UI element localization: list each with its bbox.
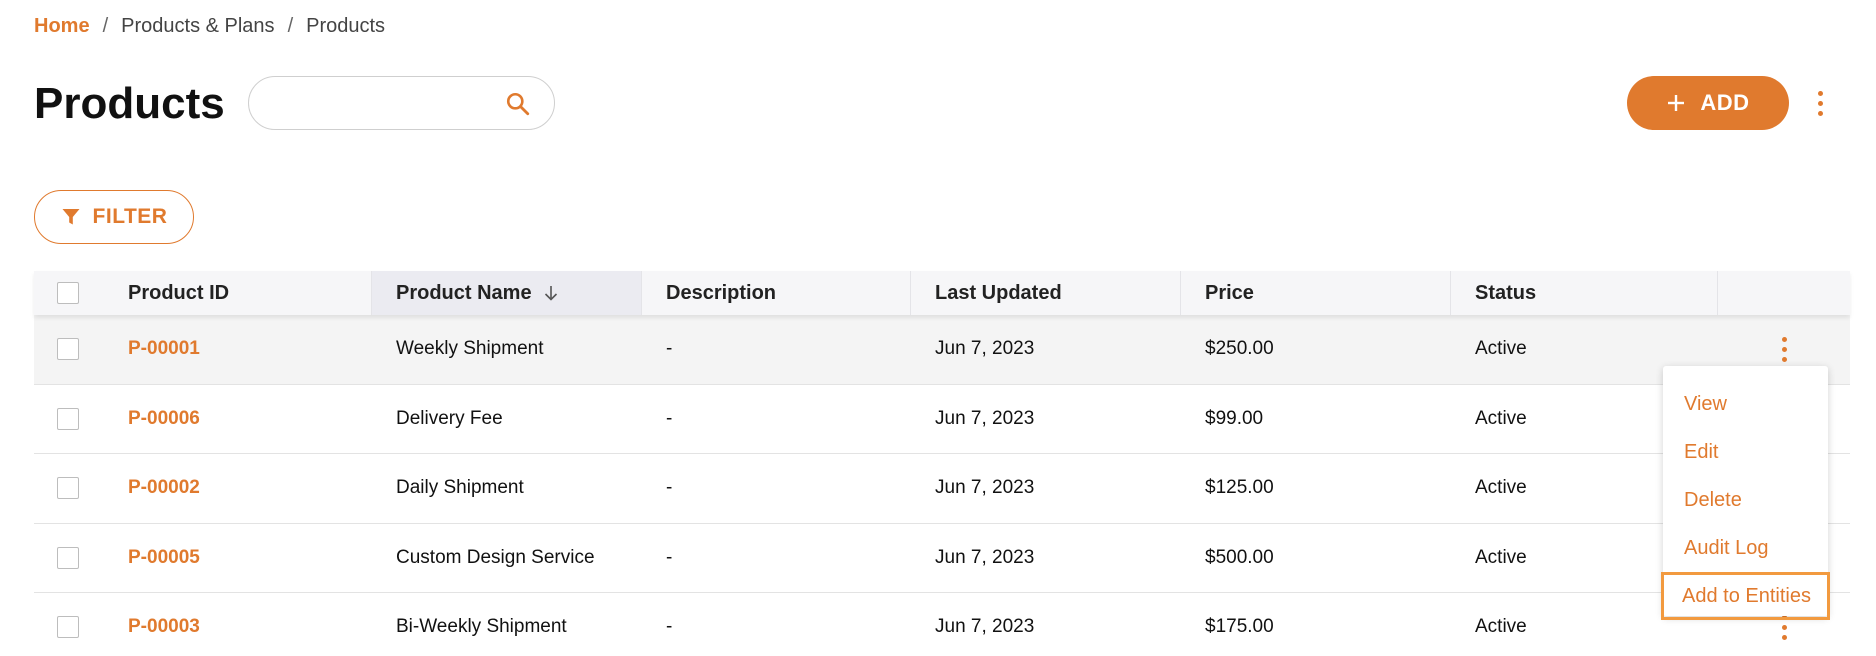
search-input[interactable] (267, 85, 497, 121)
description-cell: - (666, 477, 673, 499)
last-updated-cell: Jun 7, 2023 (935, 407, 1035, 429)
column-header-actions (1718, 271, 1850, 315)
row-more-options-icon[interactable] (1774, 333, 1795, 366)
price-cell: $250.00 (1205, 338, 1274, 360)
column-label: Product ID (128, 281, 230, 304)
dot (1817, 90, 1823, 96)
menu-item-edit[interactable]: Edit (1663, 428, 1828, 476)
search-icon[interactable] (505, 91, 531, 117)
last-updated-cell: Jun 7, 2023 (935, 546, 1035, 568)
product-name-cell: Delivery Fee (396, 407, 503, 429)
dot (1817, 100, 1823, 106)
plus-icon (1668, 95, 1685, 111)
breadcrumb: Home / Products & Plans / Products (34, 14, 385, 38)
table-row[interactable]: P-00001 Weekly Shipment - Jun 7, 2023 $2… (34, 315, 1850, 385)
menu-item-audit-log[interactable]: Audit Log (1663, 524, 1828, 572)
row-checkbox[interactable] (57, 616, 79, 639)
header-select-all (34, 271, 102, 315)
breadcrumb-separator: / (102, 14, 109, 37)
product-name-cell: Custom Design Service (396, 546, 595, 568)
filter-icon (62, 209, 80, 225)
product-id-link[interactable]: P-00005 (128, 547, 200, 569)
row-select-cell (34, 454, 102, 523)
column-label: Status (1475, 281, 1537, 304)
table-row[interactable]: P-00002 Daily Shipment - Jun 7, 2023 $12… (34, 454, 1850, 524)
column-header-price[interactable]: Price (1181, 271, 1451, 315)
dot (1781, 336, 1787, 342)
last-updated-cell: Jun 7, 2023 (935, 616, 1035, 638)
row-checkbox[interactable] (57, 477, 79, 500)
breadcrumb-separator: / (287, 14, 294, 37)
dot (1781, 634, 1787, 640)
row-checkbox[interactable] (57, 546, 79, 569)
column-header-product-name[interactable]: Product Name (372, 271, 642, 315)
price-cell: $500.00 (1205, 546, 1274, 568)
column-header-status[interactable]: Status (1451, 271, 1718, 315)
table-header: Product ID Product Name Description Last… (34, 271, 1850, 315)
price-cell: $125.00 (1205, 477, 1274, 499)
row-select-cell (34, 315, 102, 384)
row-select-cell (34, 385, 102, 454)
product-name-cell: Bi-Weekly Shipment (396, 616, 567, 638)
description-cell: - (666, 407, 673, 429)
filter-button-label: FILTER (92, 205, 168, 228)
select-all-checkbox[interactable] (57, 282, 79, 304)
product-id-link[interactable]: P-00003 (128, 616, 200, 638)
price-cell: $99.00 (1205, 407, 1264, 429)
product-id-cell: P-00002 (102, 454, 372, 523)
column-header-product-id[interactable]: Product ID (102, 271, 372, 315)
breadcrumb-home-link[interactable]: Home (34, 15, 90, 38)
breadcrumb-current: Products (306, 14, 386, 37)
product-id-link[interactable]: P-00002 (128, 477, 200, 499)
dot (1781, 356, 1787, 362)
column-label: Last Updated (935, 281, 1062, 304)
price-cell: $175.00 (1205, 616, 1274, 638)
product-id-cell: P-00003 (102, 593, 372, 656)
table-row[interactable]: P-00003 Bi-Weekly Shipment - Jun 7, 2023… (34, 593, 1850, 656)
table-row[interactable]: P-00006 Delivery Fee - Jun 7, 2023 $99.0… (34, 384, 1850, 454)
product-id-link[interactable]: P-00006 (128, 408, 200, 430)
row-checkbox[interactable] (57, 338, 79, 361)
sort-arrow-down-icon (544, 286, 557, 301)
breadcrumb-products-plans-link[interactable]: Products & Plans (121, 15, 274, 38)
description-cell: - (666, 546, 673, 568)
product-id-cell: P-00005 (102, 524, 372, 593)
column-label: Price (1205, 281, 1254, 304)
filter-button[interactable]: FILTER (34, 190, 194, 244)
column-header-description[interactable]: Description (642, 271, 911, 315)
column-header-last-updated[interactable]: Last Updated (911, 271, 1181, 315)
menu-item-add-to-entities[interactable]: Add to Entities (1661, 572, 1830, 620)
row-select-cell (34, 524, 102, 593)
menu-item-view[interactable]: View (1663, 380, 1828, 428)
search-box (248, 76, 555, 130)
last-updated-cell: Jun 7, 2023 (935, 477, 1035, 499)
description-cell: - (666, 616, 673, 638)
row-select-cell (34, 593, 102, 656)
product-id-cell: P-00001 (102, 315, 372, 384)
description-cell: - (666, 338, 673, 360)
dot (1781, 624, 1787, 630)
product-name-cell: Daily Shipment (396, 477, 524, 499)
row-checkbox[interactable] (57, 407, 79, 430)
product-id-cell: P-00006 (102, 385, 372, 454)
more-options-icon[interactable] (1810, 86, 1830, 120)
row-actions-menu: View Edit Delete Audit Log Add to Entiti… (1661, 366, 1830, 620)
page-title: Products (34, 79, 225, 128)
table-row[interactable]: P-00005 Custom Design Service - Jun 7, 2… (34, 523, 1850, 593)
add-button[interactable]: ADD (1627, 76, 1789, 130)
product-name-cell: Weekly Shipment (396, 338, 544, 360)
products-table: Product ID Product Name Description Last… (34, 271, 1850, 656)
menu-item-delete[interactable]: Delete (1663, 476, 1828, 524)
column-label: Product Name (396, 281, 532, 304)
product-id-link[interactable]: P-00001 (128, 338, 200, 360)
dot (1781, 346, 1787, 352)
last-updated-cell: Jun 7, 2023 (935, 338, 1035, 360)
column-label: Description (666, 281, 777, 304)
add-button-label: ADD (1700, 90, 1750, 115)
dot (1817, 110, 1823, 116)
